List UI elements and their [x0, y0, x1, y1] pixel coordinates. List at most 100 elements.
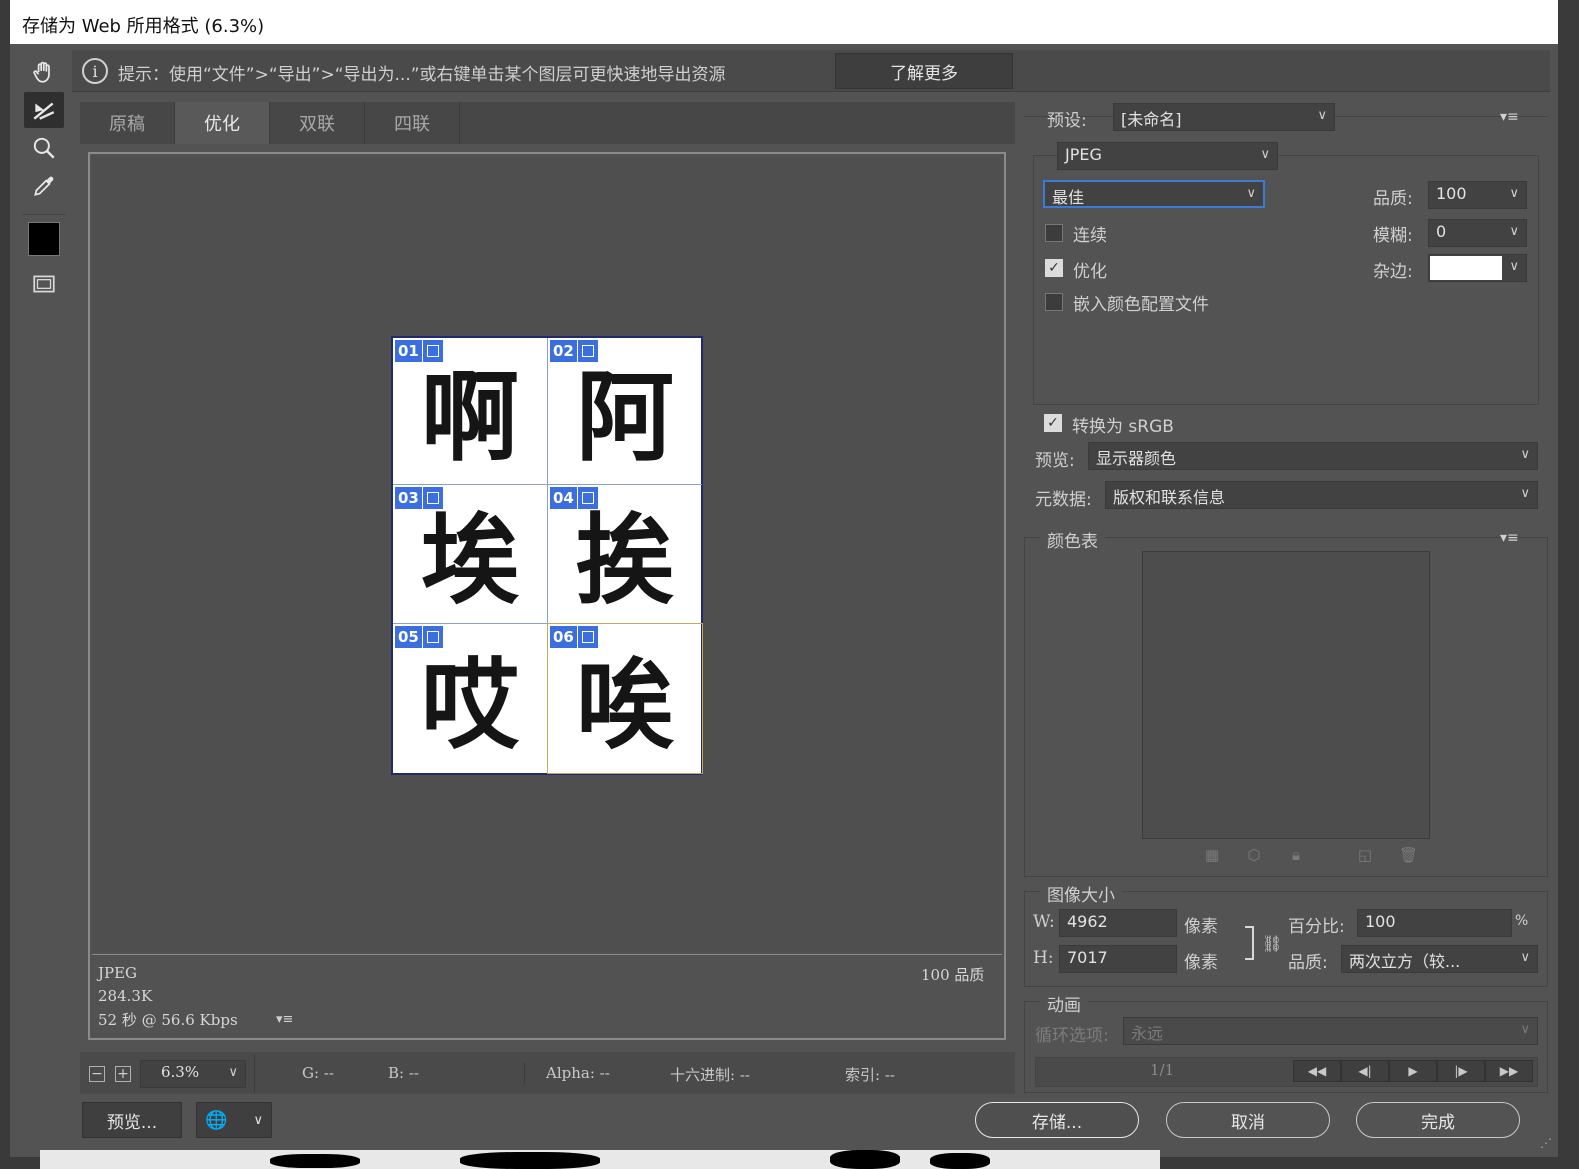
slice-04[interactable]: 04 挨: [548, 485, 702, 624]
learn-more-button[interactable]: 了解更多: [835, 53, 1013, 89]
optimized-checkbox[interactable]: ✓: [1045, 259, 1063, 277]
zoom-tool-icon[interactable]: [24, 130, 64, 166]
quality-preset-value: 最佳: [1052, 188, 1085, 207]
browser-select-button[interactable]: 🌐 ∨: [196, 1102, 272, 1138]
metadata-select[interactable]: 版权和联系信息 ∨: [1105, 481, 1538, 509]
quality-value: 100: [1436, 184, 1467, 203]
play-icon[interactable]: ▶: [1389, 1060, 1437, 1082]
animation-title: 动画: [1040, 991, 1088, 1016]
quality-input[interactable]: 100 ∨: [1428, 181, 1527, 209]
slice-03[interactable]: 03 埃: [393, 485, 548, 624]
image-slice-icon: [577, 626, 598, 648]
tab-original[interactable]: 原稿: [80, 102, 175, 144]
image-slice-icon: [577, 340, 598, 362]
status-alpha: Alpha: --: [546, 1064, 610, 1082]
tab-4-up[interactable]: 四联: [365, 102, 460, 144]
slice-06[interactable]: 06 唉: [547, 623, 703, 774]
chevron-down-icon: ∨: [1520, 1022, 1530, 1037]
color-table-swatches[interactable]: [1142, 551, 1430, 839]
quality-preset-select[interactable]: 最佳 ∨: [1043, 180, 1265, 208]
resize-grip-icon[interactable]: ⋰: [1540, 1136, 1552, 1150]
height-label: H:: [1033, 948, 1054, 968]
color-preview-select[interactable]: 显示器颜色 ∨: [1088, 442, 1538, 470]
matte-select[interactable]: ∨: [1428, 254, 1527, 282]
embed-profile-label: 嵌入颜色配置文件: [1073, 295, 1209, 315]
color-table-menu-icon[interactable]: ▾≡: [1500, 530, 1519, 546]
next-frame-icon[interactable]: |▶: [1437, 1060, 1485, 1082]
loop-options-label: 循环选项:: [1035, 1026, 1109, 1046]
file-format-value: JPEG: [1065, 145, 1102, 164]
slice-02[interactable]: 02 阿: [548, 338, 702, 485]
status-divider: [524, 1062, 525, 1084]
eyedropper-tool-icon[interactable]: [24, 168, 64, 204]
blur-input[interactable]: 0 ∨: [1428, 219, 1527, 247]
preset-value: [未命名]: [1121, 110, 1182, 129]
web-snap-icon[interactable]: ⬡: [1245, 846, 1263, 864]
lock-color-icon[interactable]: 🔒︎: [1287, 846, 1305, 864]
blur-label: 模糊:: [1373, 226, 1413, 246]
toolbar: [22, 52, 66, 312]
last-frame-icon[interactable]: ▶▶: [1485, 1060, 1533, 1082]
loop-options-select[interactable]: 永远 ∨: [1123, 1017, 1538, 1045]
slice-01[interactable]: 01 啊: [393, 338, 548, 485]
file-format-select[interactable]: JPEG ∨: [1057, 142, 1278, 170]
previous-frame-icon[interactable]: ◀|: [1341, 1060, 1389, 1082]
slice-number: 03: [395, 487, 422, 509]
zoom-out-button[interactable]: −: [89, 1066, 105, 1082]
slice-number: 05: [395, 626, 422, 648]
preset-select[interactable]: [未命名] ∨: [1113, 103, 1335, 131]
done-button[interactable]: 完成: [1356, 1102, 1520, 1138]
tab-2-up[interactable]: 双联: [270, 102, 365, 144]
window-title: 存储为 Web 所用格式 (6.3%): [10, 0, 1558, 44]
trash-icon[interactable]: 🗑︎: [1399, 846, 1418, 864]
progressive-label: 连续: [1073, 226, 1107, 246]
first-frame-icon[interactable]: ◀◀: [1293, 1060, 1341, 1082]
chevron-down-icon: ∨: [1246, 186, 1256, 201]
preview-in-browser-button[interactable]: 预览...: [82, 1102, 182, 1138]
optimized-label: 优化: [1073, 262, 1107, 282]
color-swatch[interactable]: [28, 222, 60, 256]
status-b: B: --: [388, 1064, 419, 1082]
resample-select[interactable]: 两次立方（较... ∨: [1341, 945, 1538, 973]
status-divider: [254, 1054, 255, 1092]
frame-counter: 1/1: [1150, 1061, 1175, 1079]
width-unit: 像素: [1184, 917, 1218, 937]
embed-profile-checkbox[interactable]: [1045, 293, 1063, 311]
zoom-level-select[interactable]: 6.3% ∨: [140, 1060, 246, 1088]
chevron-down-icon: ∨: [228, 1065, 238, 1080]
cancel-button[interactable]: 取消: [1166, 1102, 1330, 1138]
preset-label: 预设:: [1047, 111, 1087, 131]
slice-number: 02: [550, 340, 577, 362]
slice-glyph: 阿: [575, 361, 674, 475]
zoom-in-button[interactable]: +: [115, 1066, 131, 1082]
progressive-checkbox[interactable]: [1045, 224, 1063, 242]
image-slice-icon: [422, 626, 443, 648]
percent-input[interactable]: 100: [1357, 909, 1512, 937]
slice-glyph: 唉: [575, 648, 674, 763]
toggle-slices-icon[interactable]: [24, 266, 64, 302]
new-color-icon[interactable]: ◱: [1356, 846, 1374, 864]
hand-tool-icon[interactable]: [24, 54, 64, 90]
image-size-title: 图像大小: [1040, 881, 1122, 906]
tab-optimized[interactable]: 优化: [175, 102, 270, 144]
transparency-icon[interactable]: ▦: [1203, 846, 1221, 864]
save-button[interactable]: 存储...: [975, 1102, 1139, 1138]
slice-glyph: 啊: [420, 361, 519, 475]
slice-glyph: 埃: [420, 504, 519, 618]
download-speed-menu-icon[interactable]: ▾≡: [276, 1012, 293, 1027]
color-table-title: 颜色表: [1040, 527, 1105, 552]
zoom-level-value: 6.3%: [161, 1063, 200, 1081]
slice-select-tool-icon[interactable]: [24, 92, 64, 128]
image-slice-icon: [422, 487, 443, 509]
background-canvas: [40, 1150, 1160, 1169]
preset-menu-icon[interactable]: ▾≡: [1500, 109, 1519, 125]
loop-options-value: 永远: [1131, 1024, 1164, 1043]
image-preview[interactable]: 01 啊 02 阿 03 埃 04 挨 05 哎 06 唉: [391, 336, 703, 775]
link-icon[interactable]: ⛓: [1262, 934, 1282, 953]
slice-number: 04: [550, 487, 577, 509]
width-input[interactable]: 4962: [1059, 909, 1177, 937]
height-input[interactable]: 7017: [1059, 945, 1177, 973]
convert-srgb-checkbox[interactable]: ✓: [1044, 414, 1062, 432]
slice-05[interactable]: 05 哎: [393, 624, 548, 773]
chevron-down-icon: ∨: [1260, 147, 1270, 162]
